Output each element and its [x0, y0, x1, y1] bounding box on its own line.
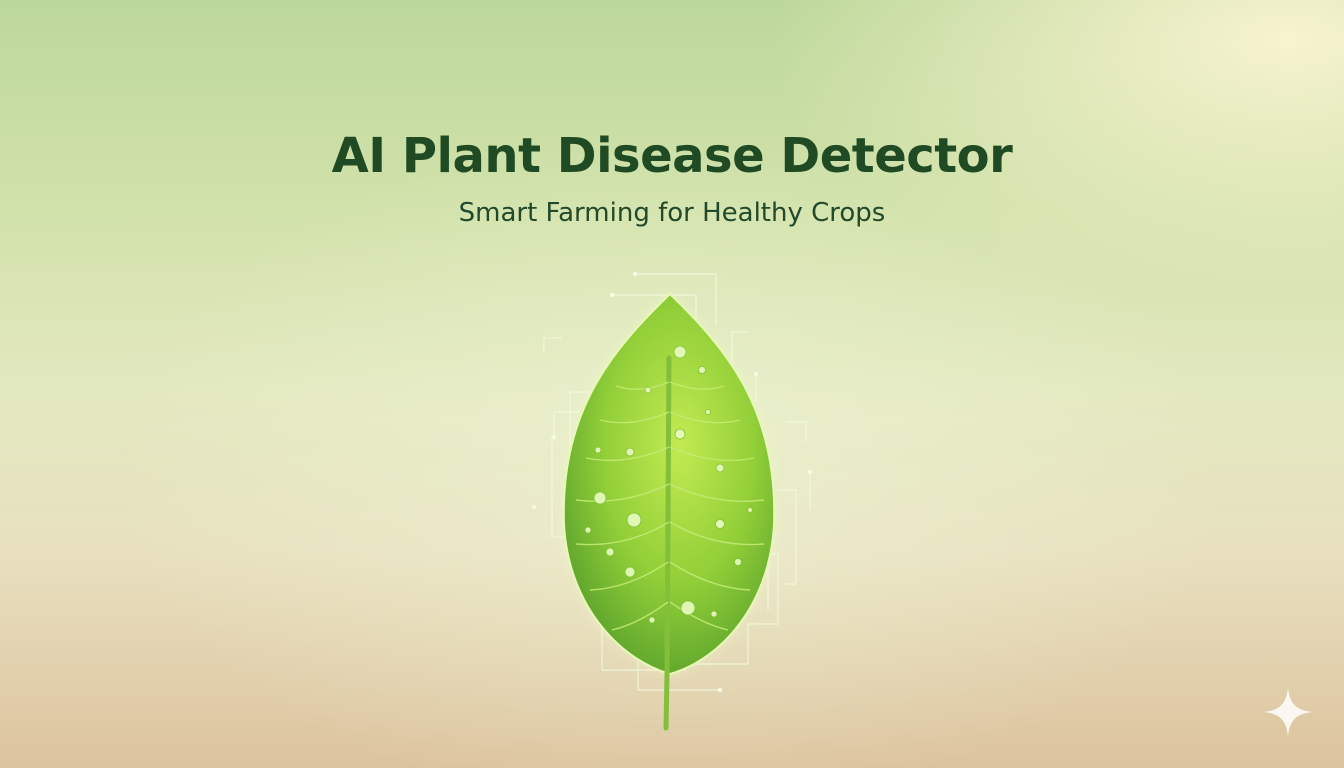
leaf-icon [532, 271, 812, 731]
page-subtitle: Smart Farming for Healthy Crops [458, 198, 886, 228]
page-title: AI Plant Disease Detector [331, 128, 1013, 184]
sparkle-icon [1264, 688, 1312, 736]
